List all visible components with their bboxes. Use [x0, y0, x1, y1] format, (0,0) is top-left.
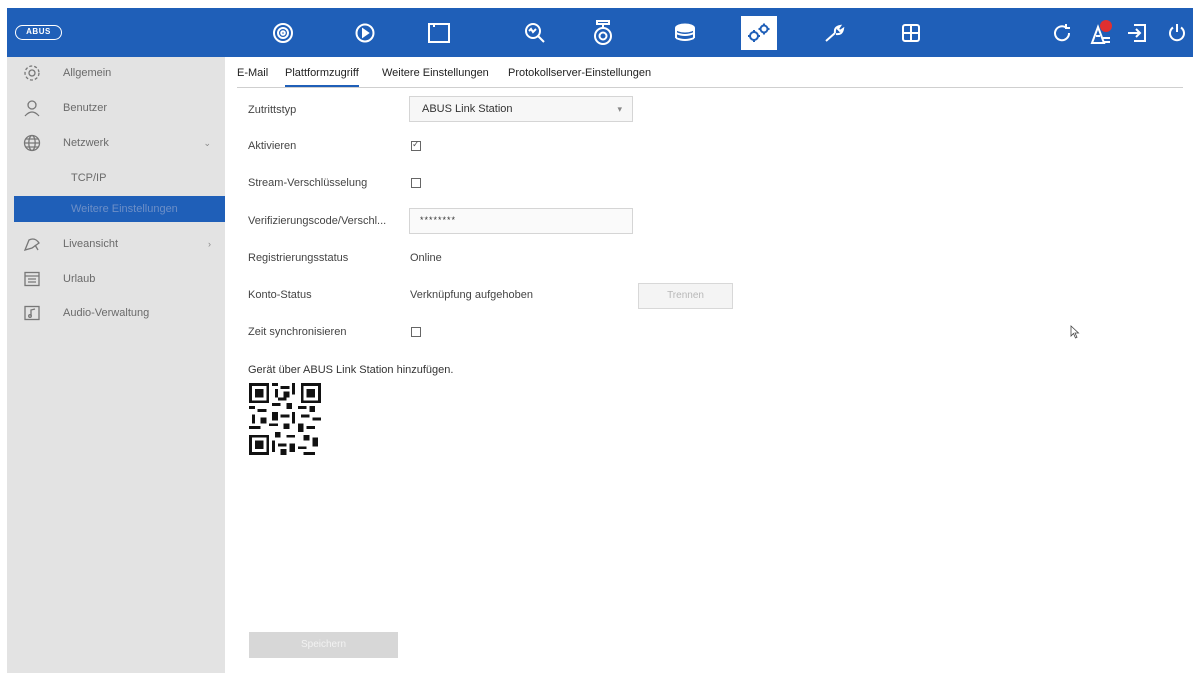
sidebar-item-netzwerk[interactable]: Netzwerk ⌄ [7, 128, 225, 158]
registration-status-value: Online [410, 252, 442, 264]
sidebar-item-label: Benutzer [63, 102, 108, 114]
stream-encryption-checkbox[interactable] [411, 178, 421, 188]
sidebar-item-allgemein[interactable]: Allgemein [7, 58, 225, 88]
sidebar-item-liveansicht[interactable]: Liveansicht › [7, 229, 225, 259]
live-view-icon [23, 235, 41, 253]
qr-code [248, 383, 322, 458]
abus-logo: ABUS [15, 25, 62, 40]
sidebar-item-audio-verwaltung[interactable]: Audio-Verwaltung [7, 298, 225, 328]
sidebar-item-label: Weitere Einstellungen [71, 203, 178, 215]
access-type-select[interactable]: ABUS Link Station ▾ [409, 96, 633, 122]
alarm-notification-icon[interactable] [1082, 16, 1118, 50]
top-toolbar: ABUS [7, 8, 1193, 57]
chevron-down-icon: ⌄ [203, 137, 211, 148]
sidebar: Allgemein Benutzer Netzwerk ⌄ TCP/IP Wei… [7, 57, 225, 673]
grid-icon[interactable] [893, 16, 929, 50]
verification-code-label: Verifizierungscode/Verschl... [248, 215, 387, 227]
account-status-value: Verknüpfung aufgehoben [410, 289, 533, 301]
caret-down-icon: ▾ [617, 104, 622, 114]
camera-live-icon[interactable] [265, 16, 301, 50]
tab-email[interactable]: E-Mail [237, 67, 268, 87]
sidebar-item-urlaub[interactable]: Urlaub [7, 264, 225, 294]
enable-checkbox[interactable] [411, 139, 421, 151]
access-type-label: Zutrittstyp [248, 104, 297, 116]
sidebar-item-label: TCP/IP [71, 172, 107, 184]
playback-icon[interactable] [347, 16, 383, 50]
sidebar-subitem-weitere-einstellungen[interactable]: Weitere Einstellungen [14, 196, 225, 222]
gear-icon [23, 64, 41, 82]
time-sync-checkbox[interactable] [411, 327, 421, 337]
sidebar-item-label: Allgemein [63, 67, 112, 79]
audio-file-icon [23, 304, 41, 322]
tab-plattformzugriff[interactable]: Plattformzugriff [285, 67, 359, 87]
sidebar-item-label: Urlaub [63, 273, 96, 285]
settings-gears-icon[interactable] [741, 16, 777, 50]
access-type-value: ABUS Link Station [422, 103, 513, 115]
verification-code-input[interactable]: ******** [409, 208, 633, 234]
apply-button[interactable]: Speichern [249, 632, 398, 658]
disconnect-button[interactable]: Trennen [638, 283, 733, 309]
chevron-right-icon: › [208, 239, 211, 249]
user-icon [23, 99, 41, 117]
power-icon[interactable] [1159, 16, 1193, 50]
sidebar-subitem-tcpip[interactable]: TCP/IP [14, 165, 225, 191]
tab-bar: E-Mail Plattformzugriff Weitere Einstell… [237, 64, 1183, 88]
logout-icon[interactable] [1119, 16, 1155, 50]
account-status-label: Konto-Status [248, 289, 312, 301]
dome-camera-icon[interactable] [585, 16, 621, 50]
storage-icon[interactable] [667, 16, 703, 50]
registration-status-label: Registrierungsstatus [248, 252, 349, 264]
enable-label: Aktivieren [248, 140, 297, 152]
time-sync-label: Zeit synchronisieren [248, 326, 347, 338]
stream-encryption-label: Stream-Verschlüsselung [248, 177, 368, 189]
sidebar-item-label: Liveansicht [63, 238, 119, 250]
search-icon[interactable] [517, 16, 553, 50]
sidebar-item-label: Audio-Verwaltung [63, 307, 150, 319]
qr-caption: Gerät über ABUS Link Station hinzufügen. [248, 364, 454, 376]
wrench-icon[interactable] [817, 16, 853, 50]
sidebar-item-benutzer[interactable]: Benutzer [7, 93, 225, 123]
sidebar-item-label: Netzwerk [63, 137, 109, 149]
globe-icon [23, 134, 41, 152]
mouse-cursor-icon [1070, 325, 1080, 342]
refresh-icon[interactable] [1044, 16, 1080, 50]
tab-weitere-einstellungen[interactable]: Weitere Einstellungen [382, 67, 489, 87]
tab-protokollserver-einstellungen[interactable]: Protokollserver-Einstellungen [508, 67, 651, 87]
folder-icon[interactable] [421, 16, 457, 50]
calendar-icon [23, 270, 41, 288]
